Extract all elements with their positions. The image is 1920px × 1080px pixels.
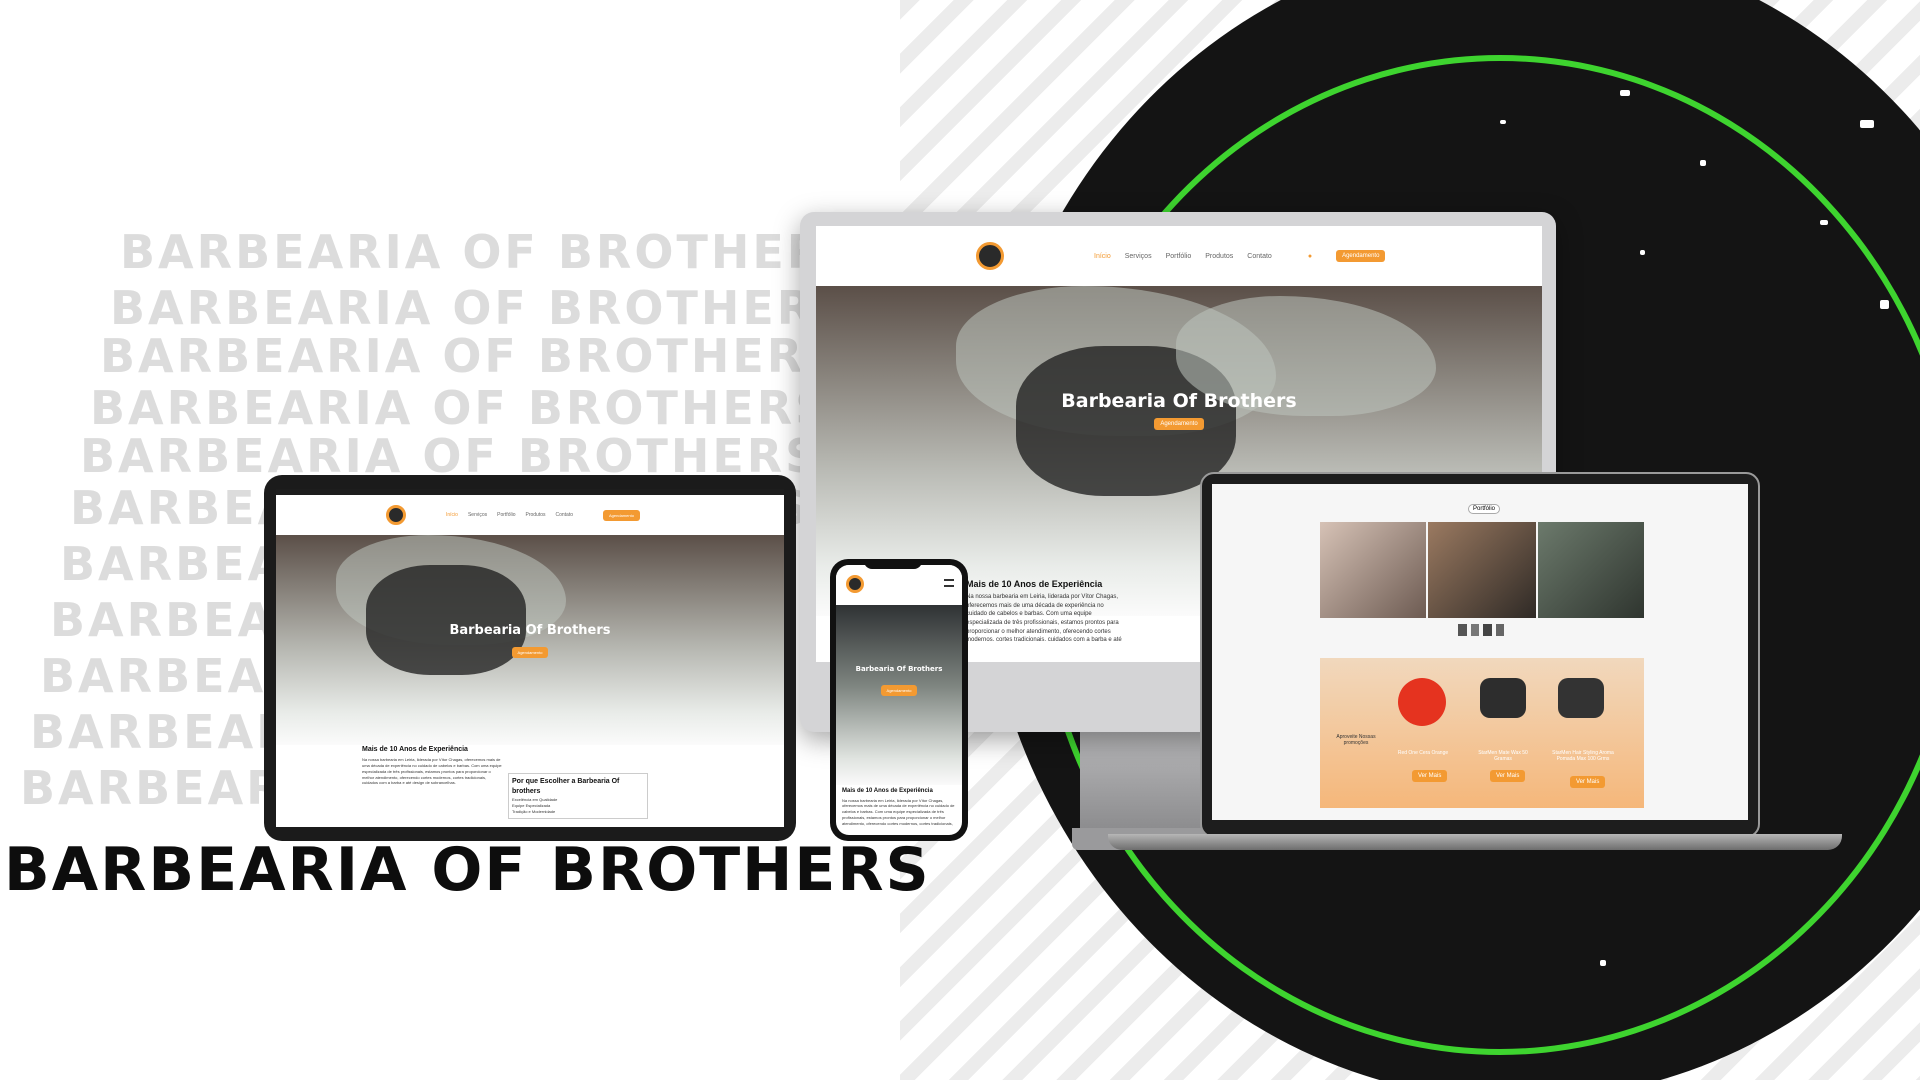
hero-schedule-button[interactable]: Agendamento bbox=[1154, 418, 1204, 430]
hero-title: Barbearia Of Brothers bbox=[855, 665, 943, 673]
schedule-button[interactable]: Agendamento bbox=[603, 509, 640, 521]
portfolio-badge: Portfólio bbox=[1468, 504, 1501, 514]
hero-button-wrap: Agendamento bbox=[836, 679, 962, 697]
portfolio-photo-2[interactable] bbox=[1428, 522, 1536, 618]
portfolio-thumbnails bbox=[1458, 624, 1504, 636]
hero-banner: Barbearia Of Brothers Agendamento bbox=[276, 535, 784, 745]
thumbnail[interactable] bbox=[1483, 624, 1492, 636]
ghost-title-line: BARBEARIA OF BROTHERS bbox=[110, 281, 820, 335]
nav-item-contato[interactable]: Contato bbox=[1247, 253, 1272, 260]
paint-speck bbox=[1640, 250, 1645, 255]
nav-item-inicio[interactable]: Início bbox=[1094, 253, 1111, 260]
nav-item-produtos[interactable]: Produtos bbox=[525, 512, 545, 518]
product-name-3: StarMen Hair Styling Aroma Pomada Max 10… bbox=[1552, 750, 1614, 762]
about-section: Mais de 10 Anos de Experiência Na nossa … bbox=[966, 578, 1126, 641]
paint-speck bbox=[1820, 220, 1828, 225]
nav-item-inicio[interactable]: Início bbox=[446, 512, 458, 518]
nav-item-servicos[interactable]: Serviços bbox=[1125, 253, 1152, 260]
nav-item-produtos[interactable]: Produtos bbox=[1205, 253, 1233, 260]
logo-icon[interactable] bbox=[976, 242, 1004, 270]
hero-button-wrap: Agendamento bbox=[816, 412, 1542, 430]
site-nav bbox=[836, 565, 962, 605]
cart-icon[interactable]: ● bbox=[1308, 253, 1312, 260]
thumbnail[interactable] bbox=[1495, 624, 1504, 636]
paint-speck bbox=[1700, 160, 1706, 166]
phone-screen: Barbearia Of Brothers Agendamento Mais d… bbox=[836, 565, 962, 835]
why-card: Por que Escolher a Barbearia Of brothers… bbox=[508, 773, 648, 819]
tablet: Início Serviços Portfólio Produtos Conta… bbox=[264, 475, 796, 841]
tablet-screen: Início Serviços Portfólio Produtos Conta… bbox=[276, 489, 784, 827]
thumbnail[interactable] bbox=[1458, 624, 1467, 636]
main-title: BARBEARIA OF BROTHERS bbox=[4, 835, 931, 905]
logo-icon[interactable] bbox=[846, 575, 864, 593]
thumbnail[interactable] bbox=[1470, 624, 1479, 636]
paint-speck bbox=[1880, 300, 1889, 309]
about-paragraph: Na nossa barbearia em Leiria, liderada p… bbox=[842, 797, 955, 828]
about-paragraph: Na nossa barbearia em Leiria, liderada p… bbox=[362, 757, 502, 786]
paint-speck bbox=[1620, 90, 1630, 96]
about-heading: Mais de 10 Anos de Experiência bbox=[362, 746, 468, 753]
about-heading: Mais de 10 Anos de Experiência bbox=[842, 788, 933, 794]
product-more-button-3[interactable]: Ver Mais bbox=[1570, 776, 1606, 788]
ghost-title-line: BARBEARIA OF BROTHERS bbox=[120, 225, 820, 279]
about-paragraph: Na nossa barbearia em Leiria, liderada p… bbox=[966, 594, 1122, 642]
site-nav: Início Serviços Portfólio Produtos Conta… bbox=[276, 495, 784, 535]
product-more-button-2[interactable]: Ver Mais bbox=[1490, 770, 1526, 782]
hero-banner: Barbearia Of Brothers Agendamento bbox=[836, 605, 962, 785]
smartphone: Barbearia Of Brothers Agendamento Mais d… bbox=[830, 559, 968, 841]
nav-item-servicos[interactable]: Serviços bbox=[468, 512, 487, 518]
phone-notch bbox=[864, 559, 922, 569]
promo-section: Aproveite Nossas promoções Red One Cera … bbox=[1320, 658, 1644, 808]
product-image-1[interactable] bbox=[1398, 678, 1446, 726]
nav-item-portfolio[interactable]: Portfólio bbox=[1166, 253, 1192, 260]
hero-title: Barbearia Of Brothers bbox=[449, 623, 611, 638]
laptop-screen: Portfólio Aproveite Nossas promoções Red… bbox=[1212, 484, 1748, 820]
promo-canvas: BARBEARIA OF BROTHERS BARBEARIA OF BROTH… bbox=[0, 0, 1920, 1080]
product-image-3[interactable] bbox=[1558, 678, 1604, 718]
schedule-button[interactable]: Agendamento bbox=[1336, 250, 1386, 262]
paint-speck bbox=[1860, 120, 1874, 128]
hamburger-menu-icon[interactable] bbox=[944, 579, 954, 587]
logo-icon[interactable] bbox=[386, 505, 406, 525]
nav-item-portfolio[interactable]: Portfólio bbox=[497, 512, 515, 518]
paint-speck bbox=[1080, 930, 1087, 937]
about-section: Mais de 10 Anos de Experiência Na nossa … bbox=[362, 745, 502, 823]
promo-label: Aproveite Nossas promoções bbox=[1336, 734, 1376, 746]
product-name-2: StarMen Mate Wax 50 Gramas bbox=[1478, 750, 1528, 762]
hero-schedule-button[interactable]: Agendamento bbox=[880, 685, 918, 696]
about-section: Mais de 10 Anos de Experiência Na nossa … bbox=[842, 787, 956, 828]
site-nav: Início Serviços Portfólio Produtos Conta… bbox=[816, 226, 1542, 286]
portfolio-photo-1[interactable] bbox=[1320, 522, 1426, 618]
hero-schedule-button[interactable]: Agendamento bbox=[511, 647, 549, 658]
hero-button-wrap: Agendamento bbox=[276, 641, 784, 659]
product-image-2[interactable] bbox=[1480, 678, 1526, 718]
why-item-3: Tradição e Modernidade bbox=[512, 808, 556, 814]
about-heading: Mais de 10 Anos de Experiência bbox=[966, 579, 1103, 589]
laptop: Portfólio Aproveite Nossas promoções Red… bbox=[1200, 472, 1760, 838]
ghost-title-line: BARBEARIA OF BROTHERS bbox=[100, 329, 820, 383]
paint-speck bbox=[1600, 960, 1606, 966]
paint-speck bbox=[1500, 120, 1506, 124]
why-heading: Por que Escolher a Barbearia Of brothers bbox=[512, 778, 620, 796]
product-more-button-1[interactable]: Ver Mais bbox=[1412, 770, 1448, 782]
hero-title: Barbearia Of Brothers bbox=[1061, 390, 1297, 412]
ghost-title-line: BARBEARIA OF BROTHERS bbox=[90, 381, 820, 435]
nav-links: Início Serviços Portfólio Produtos Conta… bbox=[1094, 253, 1272, 260]
nav-links: Início Serviços Portfólio Produtos Conta… bbox=[446, 512, 573, 518]
nav-item-contato[interactable]: Contato bbox=[556, 512, 574, 518]
product-name-1: Red One Cera Orange bbox=[1397, 750, 1449, 756]
laptop-base bbox=[1108, 834, 1842, 850]
portfolio-photo-3[interactable] bbox=[1538, 522, 1644, 618]
